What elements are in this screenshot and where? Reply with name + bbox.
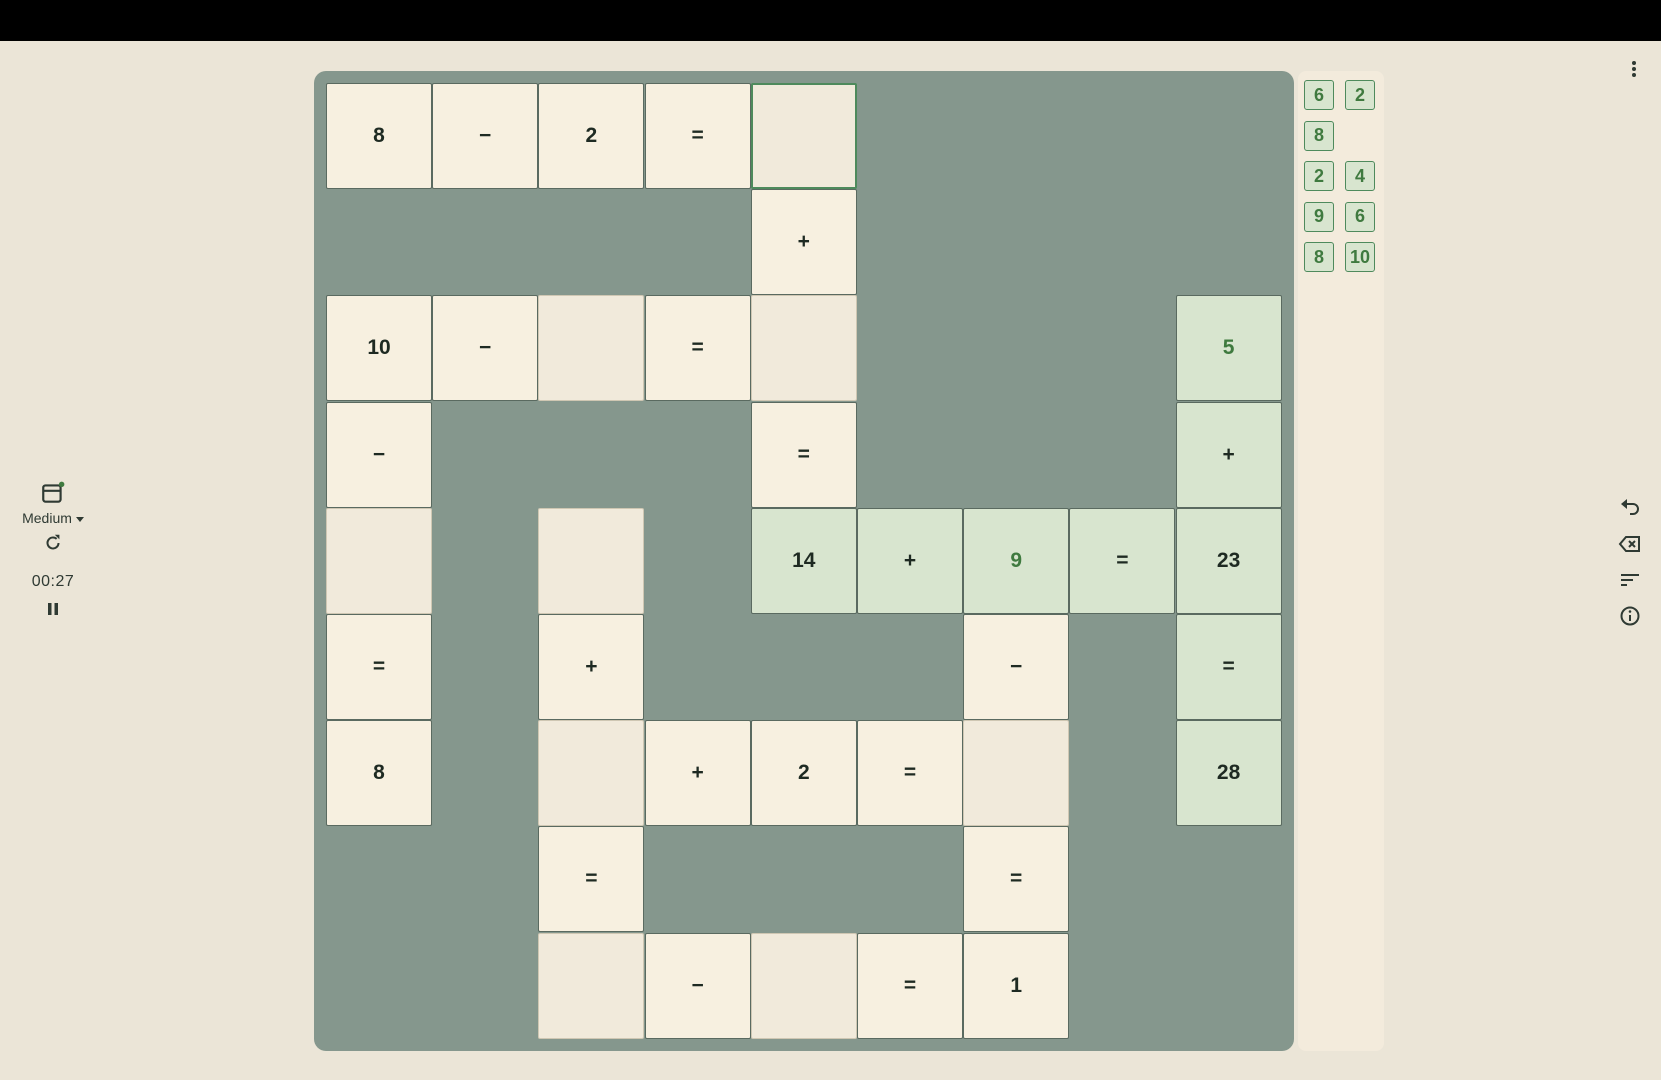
grid-cell: 5 — [1175, 295, 1282, 402]
grid-cell: 28 — [1175, 720, 1282, 827]
grid-cell: + — [1175, 401, 1282, 508]
difficulty-label: Medium — [22, 510, 72, 526]
more-vert-icon[interactable] — [1626, 56, 1642, 82]
grid-cell: − — [432, 83, 539, 189]
empty-cell[interactable] — [538, 932, 645, 1039]
empty-cell[interactable] — [326, 507, 432, 614]
grid-cell: = — [326, 614, 432, 720]
number-tile[interactable]: 6 — [1345, 201, 1375, 232]
grid-cell: 9 — [963, 507, 1070, 614]
grid-cell: = — [857, 932, 963, 1039]
number-tile[interactable]: 2 — [1304, 161, 1334, 191]
empty-cell[interactable] — [750, 295, 857, 402]
number-tile[interactable]: 8 — [1304, 120, 1334, 151]
number-tile[interactable]: 2 — [1345, 80, 1375, 110]
difficulty-dropdown[interactable]: Medium — [0, 510, 106, 526]
grid-cell: − — [963, 614, 1070, 720]
left-controls: Medium 00:27 — [0, 480, 106, 624]
grid-cell: = — [750, 401, 857, 508]
grid-cell: = — [644, 295, 751, 402]
sort-icon[interactable] — [1618, 568, 1642, 592]
grid-cell: 8 — [326, 720, 432, 827]
undo-icon[interactable] — [1618, 496, 1642, 520]
grid-cell: = — [538, 826, 645, 933]
grid-cell: = — [857, 720, 963, 827]
empty-cell[interactable] — [538, 295, 645, 402]
grid-cell: + — [644, 720, 751, 827]
refresh-icon[interactable] — [42, 532, 64, 554]
timer: 00:27 — [31, 573, 75, 590]
empty-cell[interactable] — [750, 83, 857, 189]
number-tray: 6 2 8 2 4 9 6 8 10 — [1298, 71, 1384, 1051]
grid-cell: 10 — [326, 295, 432, 402]
number-tile[interactable]: 10 — [1345, 242, 1375, 272]
grid-cell: = — [1175, 614, 1282, 720]
number-tile[interactable]: 6 — [1304, 80, 1334, 110]
grid-cell: 2 — [750, 720, 857, 827]
empty-cell[interactable] — [750, 932, 857, 1039]
empty-cell[interactable] — [538, 720, 645, 827]
top-bar — [0, 0, 1661, 41]
backspace-icon[interactable] — [1618, 532, 1642, 556]
grid-cell: − — [644, 932, 751, 1039]
grid-cell: 1 — [963, 932, 1070, 1039]
grid-cell: 14 — [750, 507, 857, 614]
number-tile[interactable]: 9 — [1304, 201, 1334, 232]
grid-cell: = — [963, 826, 1070, 933]
grid-cell: 2 — [538, 83, 645, 189]
grid-cell: − — [326, 401, 432, 508]
number-tile[interactable]: 4 — [1345, 161, 1375, 191]
info-icon[interactable] — [1618, 604, 1642, 628]
calendar-icon[interactable] — [40, 480, 66, 506]
grid-cell: + — [750, 189, 857, 296]
grid-cell: 8 — [326, 83, 432, 189]
grid-cell: = — [1069, 507, 1176, 614]
grid-cell: + — [857, 507, 963, 614]
chevron-down-icon — [75, 516, 84, 522]
grid-cell: = — [644, 83, 751, 189]
grid-cell: − — [432, 295, 539, 402]
number-tile[interactable]: 8 — [1304, 242, 1334, 272]
grid-cell: + — [538, 614, 645, 720]
puzzle-board: 8−2 = +10− = 5− = +14 +9 = 23 = + − = 8 +2 = 28 = = − = 1 — [314, 71, 1294, 1051]
right-toolbar — [1618, 496, 1648, 640]
grid-cell: 23 — [1175, 507, 1282, 614]
empty-cell[interactable] — [963, 720, 1070, 827]
pause-icon[interactable] — [43, 599, 63, 619]
empty-cell[interactable] — [538, 507, 645, 614]
